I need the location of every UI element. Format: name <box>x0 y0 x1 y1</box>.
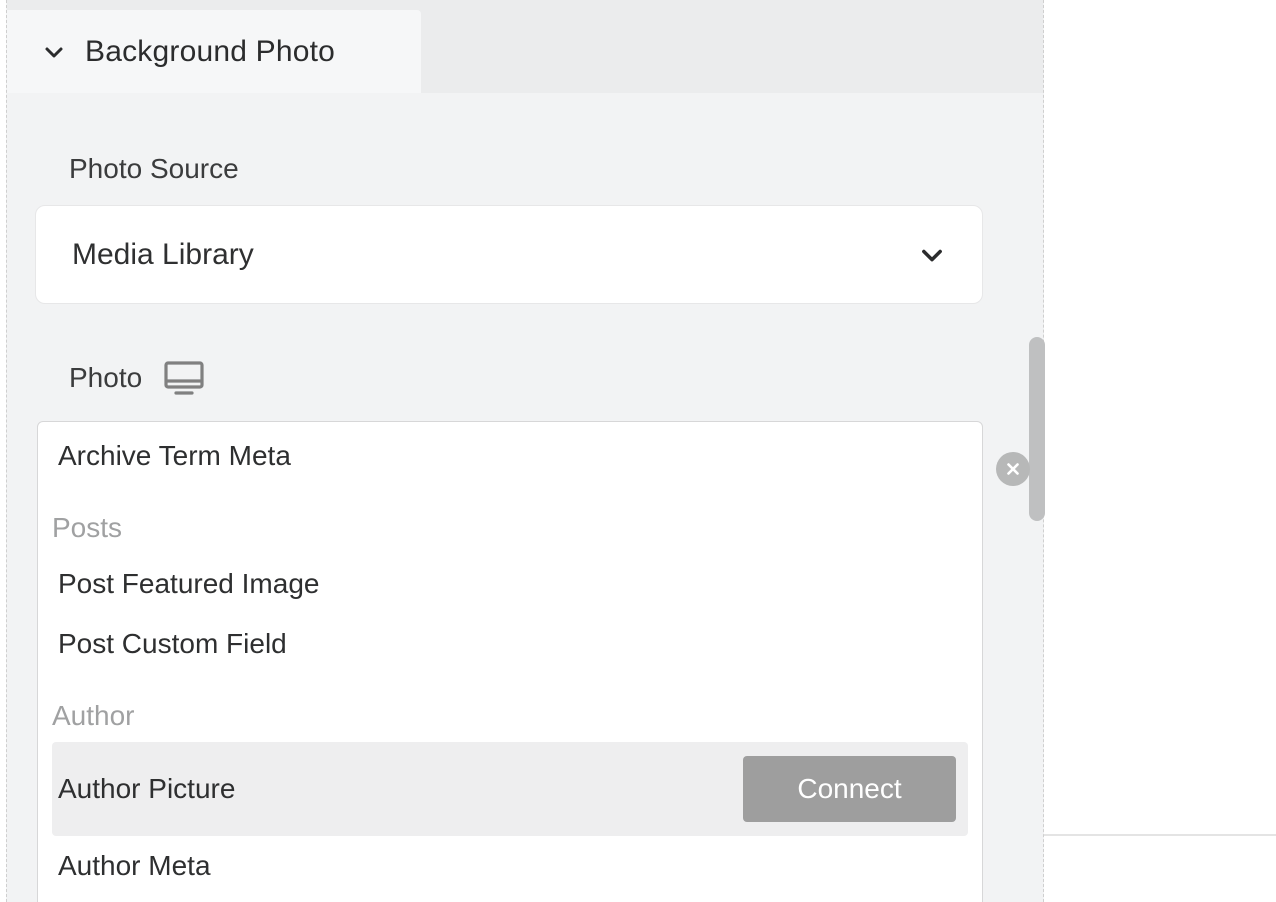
right-canvas <box>1044 0 1276 902</box>
photo-source-dropdown: Archive Term Meta Posts Post Featured Im… <box>37 421 983 902</box>
select-value: Media Library <box>72 238 254 272</box>
divider <box>1044 834 1276 836</box>
tab-background-photo[interactable]: Background Photo <box>7 10 421 93</box>
dropdown-item-post-featured-image[interactable]: Post Featured Image <box>38 554 982 614</box>
scrollbar-thumb[interactable] <box>1029 337 1045 521</box>
dropdown-item-author-picture[interactable]: Author Picture Connect <box>52 742 968 836</box>
label-photo-source: Photo Source <box>69 153 239 185</box>
panel-content: Photo Source Media Library Photo <box>7 93 1043 902</box>
dropdown-group-user: User <box>38 896 982 902</box>
dropdown-item-post-custom-field[interactable]: Post Custom Field <box>38 614 982 674</box>
dropdown-group-posts: Posts <box>38 486 982 554</box>
dropdown-item-author-meta[interactable]: Author Meta <box>38 836 982 896</box>
settings-panel: Background Photo Photo Source Media Libr… <box>6 0 1044 902</box>
tab-label: Background Photo <box>85 35 335 69</box>
select-photo-source[interactable]: Media Library <box>35 205 983 304</box>
dropdown-group-author: Author <box>38 674 982 742</box>
chevron-down-icon <box>41 39 67 65</box>
label-photo-row: Photo <box>69 361 204 395</box>
connect-button[interactable]: Connect <box>743 756 956 822</box>
chevron-down-icon <box>918 241 946 269</box>
label-photo: Photo <box>69 362 142 394</box>
dropdown-item-archive-term-meta[interactable]: Archive Term Meta <box>38 434 982 486</box>
desktop-icon[interactable] <box>164 361 204 395</box>
close-icon[interactable] <box>996 452 1030 486</box>
